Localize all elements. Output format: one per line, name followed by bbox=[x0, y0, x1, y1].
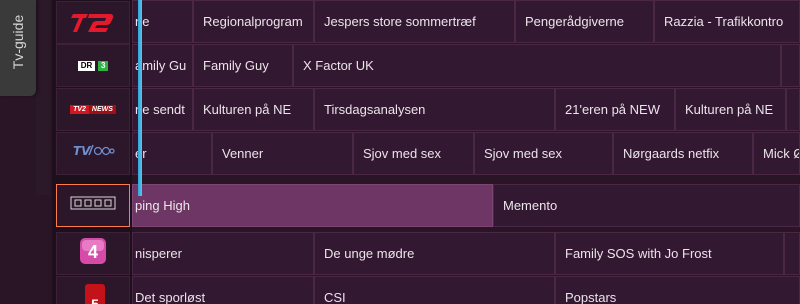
program-cell[interactable]: Mick Ø bbox=[753, 132, 800, 175]
program-cell-current[interactable]: ping High bbox=[132, 184, 493, 227]
program-cell[interactable]: Regionalprogram bbox=[193, 0, 314, 43]
tv-guide-screen: Tv-guide DR 3 TV2 NEWS TV 4 5 ne Regiona… bbox=[0, 0, 800, 304]
program-cell[interactable]: Family SOS with Jo Frost bbox=[555, 232, 784, 275]
tv-guide-tab[interactable]: Tv-guide bbox=[0, 0, 36, 96]
program-cell[interactable]: CSI bbox=[314, 276, 555, 304]
program-cell[interactable]: Memento bbox=[493, 184, 800, 227]
channel-row-6[interactable]: 5 bbox=[56, 276, 130, 304]
dr3-logo-icon: DR 3 bbox=[77, 60, 109, 71]
channel-row-0[interactable] bbox=[56, 1, 130, 44]
current-time-indicator bbox=[138, 0, 142, 196]
channel-row-2[interactable]: TV2 NEWS bbox=[56, 88, 130, 131]
program-cell[interactable]: Sjov med sex bbox=[353, 132, 474, 175]
channel-5-logo-icon: 5 bbox=[85, 284, 105, 304]
program-cell[interactable] bbox=[781, 44, 800, 87]
program-cell[interactable]: Det sporløst bbox=[132, 276, 314, 304]
channel-4-logo-icon: 4 bbox=[79, 237, 107, 270]
program-cell[interactable]: Venner bbox=[212, 132, 353, 175]
channel-5-digit: 5 bbox=[91, 296, 99, 304]
program-cell[interactable]: Family Guy bbox=[193, 44, 293, 87]
program-cell[interactable]: Popstars bbox=[555, 276, 800, 304]
channel-row-1[interactable]: DR 3 bbox=[56, 44, 130, 87]
news-logo-tv2: TV2 bbox=[70, 105, 89, 114]
program-grid: ne Regionalprogram Jespers store sommert… bbox=[132, 0, 800, 304]
program-cell[interactable]: Pengerådgiverne bbox=[515, 0, 654, 43]
program-cell[interactable]: X Factor UK bbox=[293, 44, 781, 87]
channel-row-5[interactable]: 4 bbox=[56, 232, 130, 275]
program-cell[interactable]: De unge mødre bbox=[314, 232, 555, 275]
program-cell[interactable]: 21'eren på NEW bbox=[555, 88, 675, 131]
dr3-logo-box: DR bbox=[77, 60, 96, 71]
channel-logo-icon bbox=[70, 196, 116, 215]
tv2-news-logo-icon: TV2 NEWS bbox=[70, 105, 116, 114]
program-cell[interactable]: Nørgaards netfix bbox=[613, 132, 753, 175]
channel-column: DR 3 TV2 NEWS TV 4 5 bbox=[52, 0, 132, 304]
svg-text:TV: TV bbox=[73, 144, 92, 158]
channel-4-digit: 4 bbox=[88, 242, 98, 262]
channel-row-3[interactable]: TV bbox=[56, 132, 130, 175]
program-cell[interactable]: nisperer bbox=[132, 232, 314, 275]
program-cell[interactable]: Sjov med sex bbox=[474, 132, 613, 175]
tv-guide-tab-label: Tv-guide bbox=[10, 14, 26, 70]
program-cell[interactable]: Jespers store sommertræf bbox=[314, 0, 515, 43]
program-cell[interactable]: Kulturen på NE bbox=[675, 88, 786, 131]
program-cell[interactable]: Kulturen på NE bbox=[193, 88, 314, 131]
channel-row-4[interactable] bbox=[56, 184, 130, 227]
dr3-logo-number: 3 bbox=[98, 60, 109, 71]
program-cell[interactable]: Tirsdagsanalysen bbox=[314, 88, 555, 131]
tv2-zulu-logo-icon: TV bbox=[71, 141, 115, 166]
program-cell[interactable] bbox=[784, 232, 800, 275]
tv2-logo-icon bbox=[70, 11, 116, 35]
news-logo-news: NEWS bbox=[88, 105, 116, 114]
program-cell[interactable]: Razzia - Trafikkontro bbox=[654, 0, 800, 43]
panel-shadow bbox=[36, 0, 50, 195]
program-cell[interactable] bbox=[786, 88, 800, 131]
program-cell[interactable]: er bbox=[132, 132, 212, 175]
